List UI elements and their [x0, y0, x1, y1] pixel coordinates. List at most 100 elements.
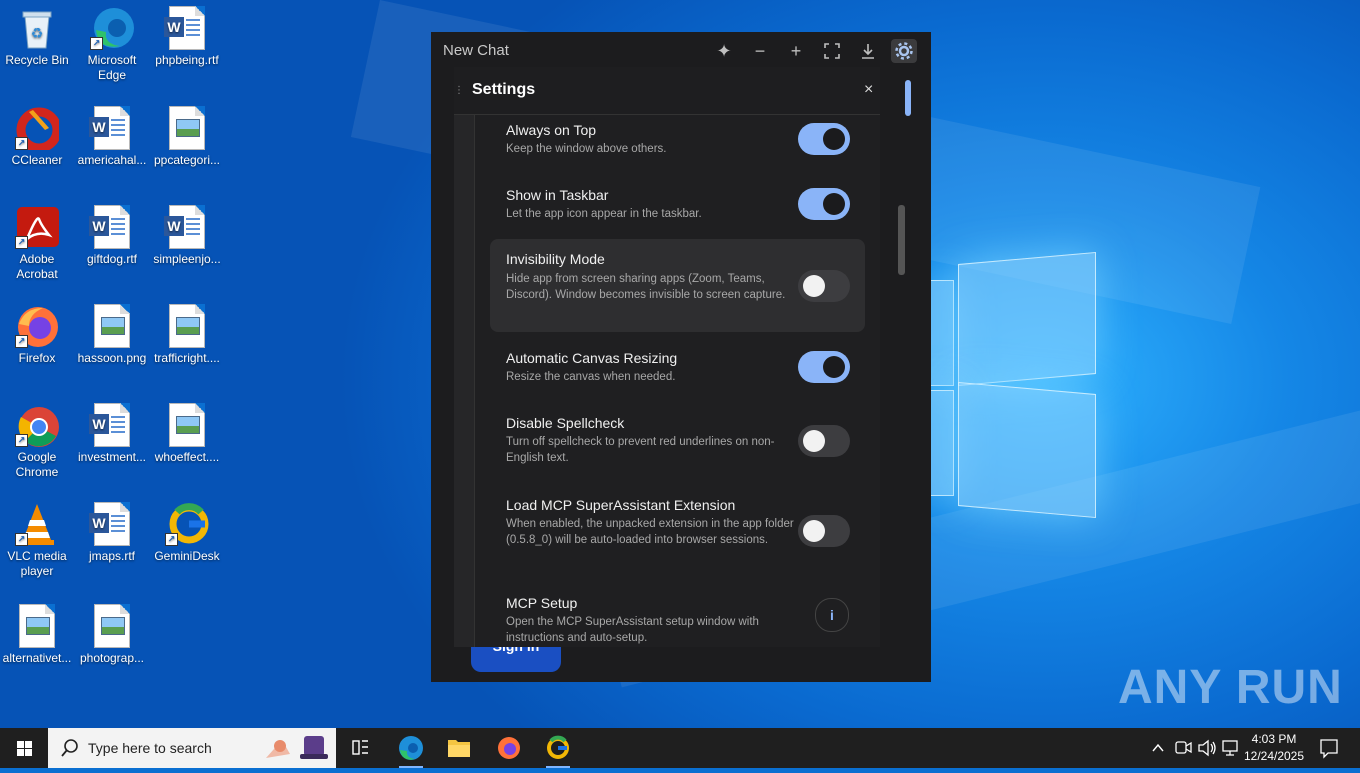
taskbar-search[interactable]: Type here to search	[48, 728, 336, 768]
disable-spellcheck-toggle[interactable]	[798, 425, 850, 457]
image-file-icon	[90, 304, 134, 348]
desktop-icon-label: VLC media player	[7, 549, 67, 578]
fullscreen-icon[interactable]	[819, 39, 845, 63]
vlc-icon: ↗	[15, 502, 59, 546]
automatic-canvas-resizing-toggle[interactable]	[798, 351, 850, 383]
desktop-icon-file[interactable]: W giftdog.rtf	[75, 205, 149, 267]
search-highlight-icon	[260, 732, 334, 764]
desktop-icon-file[interactable]: W phpbeing.rtf	[150, 6, 224, 68]
desktop-icon-file[interactable]: trafficright....	[150, 304, 224, 366]
desktop-icon-label: Recycle Bin	[5, 53, 69, 67]
notifications-button[interactable]	[1314, 728, 1344, 768]
desktop-icon-file[interactable]: photograp...	[75, 604, 149, 666]
close-icon[interactable]: ×	[864, 81, 873, 99]
word-document-icon: W	[89, 205, 134, 249]
desktop-icon-google-chrome[interactable]: ↗ Google Chrome	[0, 403, 74, 480]
desktop-icon-file[interactable]: whoeffect....	[150, 403, 224, 465]
desktop-icon-file[interactable]: W simpleenjo...	[150, 205, 224, 267]
setting-description: Turn off spellcheck to prevent red under…	[506, 436, 775, 464]
windows-logo	[930, 251, 1096, 519]
app-title: New Chat	[443, 42, 509, 59]
edge-icon	[399, 736, 423, 760]
load-mcp-extension-toggle[interactable]	[798, 515, 850, 547]
plus-icon[interactable]: +	[783, 39, 809, 63]
desktop-icon-label: Firefox	[18, 351, 56, 365]
taskbar-firefox[interactable]	[485, 728, 533, 768]
desktop-icon-geminidesk[interactable]: ↗ GeminiDesk	[150, 502, 224, 564]
task-view-button[interactable]	[336, 728, 384, 768]
app-titlebar[interactable]: New Chat ✦ − +	[431, 32, 931, 70]
word-document-icon: W	[164, 6, 209, 50]
minimize-icon[interactable]: −	[747, 39, 773, 63]
ccleaner-icon: ↗	[15, 106, 62, 153]
desktop-icon-label: Microsoft Edge	[87, 53, 137, 82]
volume-icon	[1198, 739, 1216, 757]
setting-title: MCP Setup	[506, 595, 578, 611]
settings-list: Always on Top Keep the window above othe…	[474, 115, 880, 647]
desktop-icon-adobe-acrobat[interactable]: ↗ Adobe Acrobat	[0, 205, 74, 282]
camera-icon	[1175, 741, 1192, 754]
desktop-icon-ccleaner[interactable]: ↗ CCleaner	[0, 106, 74, 168]
tray-network[interactable]	[1220, 728, 1240, 768]
desktop-icon-file[interactable]: ppcategori...	[150, 106, 224, 168]
word-document-icon: W	[89, 106, 134, 150]
desktop-icon-label: alternativet...	[2, 651, 72, 665]
desktop-icon-vlc[interactable]: ↗ VLC media player	[0, 502, 74, 579]
desktop-icon-file[interactable]: W americahal...	[75, 106, 149, 168]
desktop-icon-label: CCleaner	[11, 153, 63, 167]
desktop-icon-label: jmaps.rtf	[88, 549, 135, 563]
firefox-icon	[498, 737, 520, 759]
taskbar-edge[interactable]	[387, 728, 435, 768]
geminidesk-icon	[547, 735, 569, 759]
word-document-icon: W	[164, 205, 209, 249]
download-icon[interactable]	[855, 39, 881, 63]
taskbar-file-explorer[interactable]	[435, 728, 483, 768]
desktop-icon-label: Google Chrome	[15, 450, 59, 479]
image-file-icon	[90, 604, 134, 648]
setting-title: Invisibility Mode	[506, 251, 605, 267]
taskbar: Type here to search 4:03 PM 12/24/2025	[0, 728, 1360, 768]
always-on-top-toggle[interactable]	[798, 123, 850, 155]
desktop-icon-label: ppcategori...	[153, 153, 221, 167]
tray-volume[interactable]	[1196, 728, 1218, 768]
setting-title: Load MCP SuperAssistant Extension	[506, 497, 736, 513]
desktop-icon-file[interactable]: W jmaps.rtf	[75, 502, 149, 564]
taskbar-clock[interactable]: 4:03 PM 12/24/2025	[1238, 731, 1310, 765]
settings-scrollbar-thumb[interactable]	[898, 205, 905, 275]
setting-description: Open the MCP SuperAssistant setup window…	[506, 616, 759, 644]
clock-time: 4:03 PM	[1251, 732, 1297, 746]
desktop-icon-recycle-bin[interactable]: ♻ Recycle Bin	[0, 6, 74, 68]
desktop-icon-file[interactable]: alternativet...	[0, 604, 74, 666]
show-hidden-icons-button[interactable]	[1148, 728, 1168, 768]
acrobat-icon: ↗	[15, 205, 59, 249]
setting-title: Show in Taskbar	[506, 187, 609, 203]
desktop-icon-label: giftdog.rtf	[86, 252, 138, 266]
settings-header: ⋮ Settings ×	[454, 67, 880, 115]
desktop-icon-label: hassoon.png	[77, 351, 147, 365]
desktop-icon-label: photograp...	[79, 651, 145, 665]
tray-meet-now[interactable]	[1172, 728, 1194, 768]
show-in-taskbar-toggle[interactable]	[798, 188, 850, 220]
desktop-icon-label: simpleenjo...	[153, 252, 221, 266]
image-file-icon	[15, 604, 59, 648]
desktop-icon-file[interactable]: W investment...	[75, 403, 149, 465]
desktop-icon-firefox[interactable]: ↗ Firefox	[0, 304, 74, 366]
sparkle-icon[interactable]: ✦	[711, 39, 737, 63]
setting-title: Disable Spellcheck	[506, 415, 625, 431]
scrollbar-indicator[interactable]	[905, 80, 911, 116]
start-button[interactable]	[0, 728, 48, 768]
chevron-up-icon	[1152, 743, 1164, 752]
mcp-setup-info-button[interactable]: i	[815, 598, 849, 632]
taskbar-geminidesk[interactable]	[534, 728, 582, 768]
drag-handle-icon[interactable]: ⋮	[454, 86, 464, 96]
recycle-bin-icon: ♻	[15, 6, 59, 50]
desktop-icon-microsoft-edge[interactable]: ↗ Microsoft Edge	[75, 6, 149, 83]
desktop-icon-file[interactable]: hassoon.png	[75, 304, 149, 366]
desktop-icon-label: phpbeing.rtf	[155, 53, 219, 67]
task-view-icon	[352, 740, 368, 755]
gear-icon[interactable]	[891, 39, 917, 63]
invisibility-mode-toggle[interactable]	[798, 270, 850, 302]
settings-title: Settings	[472, 81, 536, 98]
setting-title: Always on Top	[506, 122, 597, 138]
watermark-text: ANY RUN	[1118, 661, 1343, 714]
